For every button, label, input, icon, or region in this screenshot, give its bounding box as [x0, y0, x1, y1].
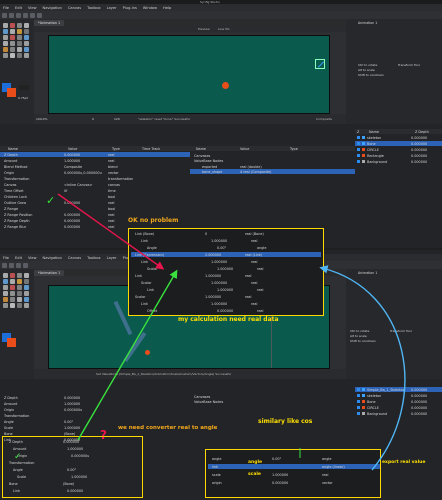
blue-arrow	[319, 265, 406, 471]
green-arrow	[77, 269, 178, 441]
annotation-arrows	[57, 193, 406, 471]
pink-arrow	[57, 193, 165, 270]
